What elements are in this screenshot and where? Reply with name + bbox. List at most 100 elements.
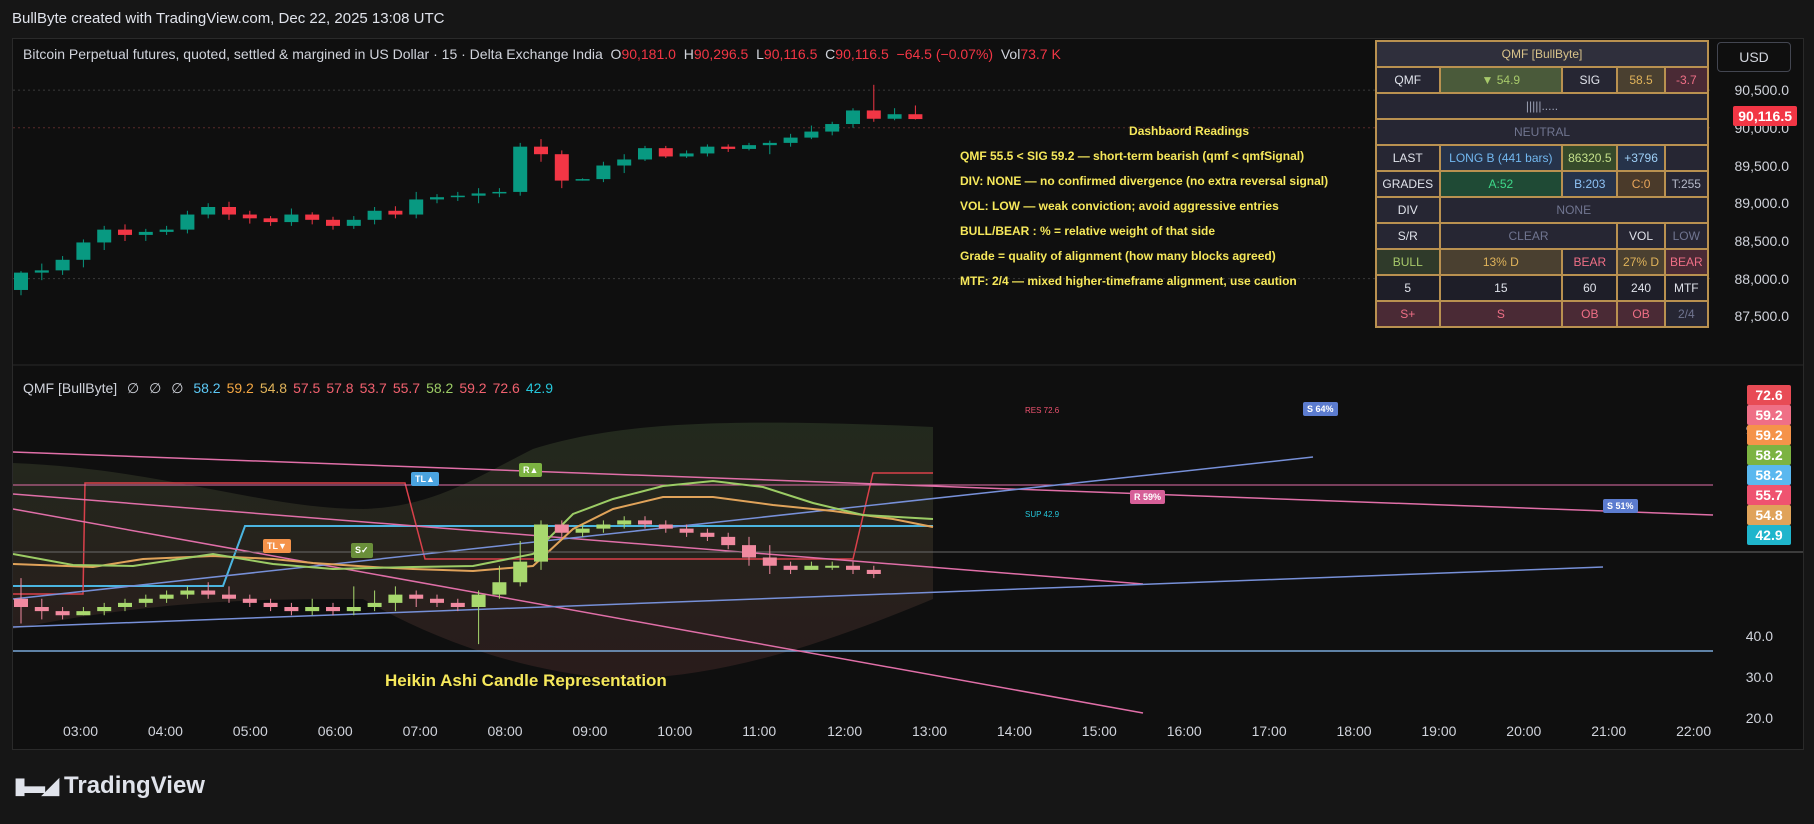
ha-candle-body xyxy=(284,607,299,612)
indicator-value-tag: 58.2 xyxy=(1747,465,1791,485)
low-label: L xyxy=(756,46,764,62)
price-candle-body xyxy=(14,272,28,290)
high-label: H xyxy=(683,46,694,62)
ha-candle-body xyxy=(201,590,216,595)
ha-candle-body xyxy=(263,602,278,607)
indicator-legend-value: 57.5 xyxy=(293,380,321,396)
symbol-name: Bitcoin Perpetual futures, quoted, settl… xyxy=(23,46,603,62)
ha-candle-body xyxy=(118,602,132,607)
readings-title: Dashbaord Readings xyxy=(1129,124,1250,138)
ha-candle-body xyxy=(430,598,444,603)
grade-c: C:0 xyxy=(1616,170,1666,198)
price-candle-body xyxy=(34,270,49,273)
grade-t: T:255 xyxy=(1663,170,1710,198)
price-candle-body xyxy=(554,154,569,181)
last-price: 86320.5 xyxy=(1561,144,1619,172)
ha-candle-body xyxy=(721,536,736,546)
ha-candle-body xyxy=(783,565,798,570)
vol-value: LOW xyxy=(1663,222,1710,250)
support-64-tag: S 64% xyxy=(1303,402,1338,416)
indicator-legend-value: 72.6 xyxy=(492,380,520,396)
currency-button[interactable]: USD xyxy=(1717,42,1791,72)
dashboard-readings: Dashbaord Readings QMF 55.5 < SIG 59.2 —… xyxy=(960,119,1328,294)
resistance-up-tag: R▲ xyxy=(519,463,543,477)
last-label: LAST xyxy=(1375,144,1441,172)
dashboard-title: QMF [BullByte] xyxy=(1375,40,1709,68)
sr-label: S/R xyxy=(1375,222,1441,250)
ha-candle-body xyxy=(679,528,694,533)
price-candle-body xyxy=(471,193,486,196)
price-candle-body xyxy=(575,179,590,181)
indicator-cloud xyxy=(13,422,933,679)
ha-candle-body xyxy=(471,594,486,607)
time-axis-label: 11:00 xyxy=(742,723,777,739)
price-candle-body xyxy=(846,110,860,125)
price-axis-label: 87,500.0 xyxy=(1734,308,1790,325)
ha-candle-body xyxy=(700,532,715,537)
price-candle-body xyxy=(783,137,798,143)
empty-value-1: ∅ xyxy=(127,380,140,396)
ha-candle-body xyxy=(534,524,548,562)
price-axis-label: 88,500.0 xyxy=(1734,232,1790,249)
price-candle-body xyxy=(118,229,132,235)
time-axis-label: 05:00 xyxy=(232,723,268,739)
price-candle-body xyxy=(887,114,902,119)
symbol-info-line[interactable]: Bitcoin Perpetual futures, quoted, settl… xyxy=(23,46,1061,62)
price-candle-body xyxy=(409,199,424,215)
price-candle-body xyxy=(492,191,507,194)
reading-line-div: DIV: NONE — no confirmed divergence (no … xyxy=(960,174,1329,188)
tradingview-brand: TradingView xyxy=(64,772,205,799)
qmf-value: ▼ 54.9 xyxy=(1438,66,1564,94)
reading-line-bullbear: BULL/BEAR : % = relative weight of that … xyxy=(960,224,1216,238)
support-51-tag: S 51% xyxy=(1603,499,1638,513)
reading-line-mtf: MTF: 2/4 — mixed higher-timeframe alignm… xyxy=(960,274,1297,288)
indicator-legend-value: 59.2 xyxy=(459,380,487,396)
indicator-value-tag: 59.2 xyxy=(1747,405,1791,425)
price-candle-body xyxy=(201,207,216,215)
resistance-59-tag: R 59% xyxy=(1130,490,1166,504)
bear-value: 27% D xyxy=(1616,248,1666,276)
price-candle-body xyxy=(180,214,195,230)
price-candle-body xyxy=(534,146,548,155)
ha-candle-body xyxy=(305,607,320,612)
qmf-dashboard-table: QMF [BullByte] QMF ▼ 54.9 SIG 58.5 -3.7 … xyxy=(1375,40,1710,328)
chart-header: BullByte created with TradingView.com, D… xyxy=(12,10,445,27)
ha-candle-body xyxy=(409,594,424,599)
heikin-ashi-caption: Heikin Ashi Candle Representation xyxy=(385,671,667,690)
empty-value-3: ∅ xyxy=(171,380,184,396)
price-candle-body xyxy=(908,114,923,120)
sig-value: 58.5 xyxy=(1616,66,1666,94)
ha-candle-body xyxy=(825,565,840,568)
bear-label: BEAR xyxy=(1561,248,1619,276)
tf-5-state: S+ xyxy=(1375,300,1441,328)
ha-candle-body xyxy=(326,607,340,612)
indicator-legend[interactable]: QMF [BullByte] ∅ ∅ ∅ 58.2 59.2 54.8 57.5 57.… xyxy=(23,380,565,397)
div-value: NONE xyxy=(1438,196,1710,224)
indicator-value-tag: 58.2 xyxy=(1747,445,1791,465)
sr-value: CLEAR xyxy=(1438,222,1619,250)
indicator-legend-value: 53.7 xyxy=(359,380,387,396)
price-candle-body xyxy=(596,165,611,180)
bull-label: BULL xyxy=(1375,248,1441,276)
price-candle-body xyxy=(825,124,840,132)
ha-candle-body xyxy=(138,598,153,603)
high-value: 90,296.5 xyxy=(693,46,749,62)
support-label: SUP 42.9 xyxy=(1025,510,1060,519)
price-candle-body xyxy=(804,131,819,138)
price-candle-body xyxy=(658,148,673,157)
ha-candle-body xyxy=(388,594,403,603)
chart-area[interactable]: Bitcoin Perpetual futures, quoted, settl… xyxy=(12,38,1804,750)
price-candle-body xyxy=(55,259,70,271)
close-value: 90,116.5 xyxy=(835,46,889,62)
price-candle-body xyxy=(742,145,756,149)
tf-60-state: OB xyxy=(1561,300,1619,328)
tradingview-logo[interactable]: ▮▬◢ TradingView xyxy=(14,772,205,800)
price-candle-body xyxy=(326,219,340,226)
indicator-value-tag: 72.6 xyxy=(1747,385,1791,405)
indicator-axis-label: 40.0 xyxy=(1745,627,1773,644)
ha-candle-body xyxy=(846,565,860,570)
ha-candle-body xyxy=(658,524,673,529)
indicator-legend-value: 42.9 xyxy=(525,380,554,396)
ha-candle-body xyxy=(97,607,112,612)
price-candle-body xyxy=(263,218,278,223)
